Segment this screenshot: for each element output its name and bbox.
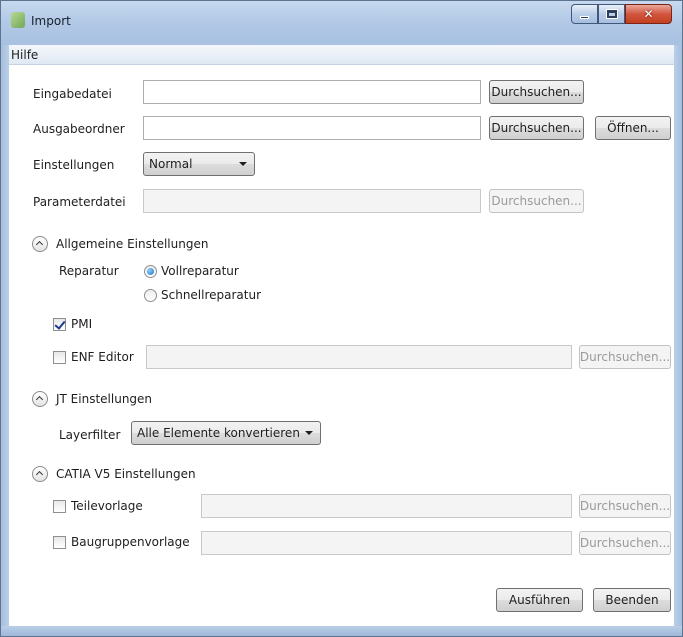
chevron-down-icon: [239, 162, 247, 166]
input-file-label: Eingabedatei: [33, 87, 112, 101]
collapse-jt-icon[interactable]: [32, 391, 48, 407]
import-window: Import ✕ Hilfe Eingabedatei Durchsuchen.…: [0, 0, 683, 637]
settings-label: Einstellungen: [33, 158, 115, 172]
pmi-label[interactable]: PMI: [71, 317, 92, 331]
minimize-button[interactable]: [571, 4, 598, 24]
pmi-checkbox[interactable]: [53, 318, 66, 331]
settings-dropdown[interactable]: Normal: [143, 152, 255, 176]
full-repair-radio[interactable]: [144, 265, 157, 278]
output-browse-button[interactable]: Durchsuchen...: [489, 116, 584, 140]
quit-button[interactable]: Beenden: [593, 588, 671, 612]
quick-repair-label[interactable]: Schnellreparatur: [161, 288, 261, 302]
enf-editor-checkbox[interactable]: [53, 351, 66, 364]
assembly-template-label[interactable]: Baugruppenvorlage: [71, 535, 190, 549]
settings-dropdown-value: Normal: [149, 157, 193, 171]
maximize-button[interactable]: [598, 4, 625, 24]
input-browse-button[interactable]: Durchsuchen...: [489, 80, 584, 104]
close-button[interactable]: ✕: [625, 4, 672, 24]
assembly-template-checkbox[interactable]: [53, 536, 66, 549]
title-bar[interactable]: Import ✕: [1, 1, 682, 45]
run-button[interactable]: Ausführen: [496, 588, 583, 612]
app-icon: [11, 12, 25, 28]
enf-browse-button[interactable]: Durchsuchen...: [579, 345, 671, 369]
menu-item-hilfe[interactable]: Hilfe: [11, 48, 38, 62]
layer-filter-value: Alle Elemente konvertieren: [137, 426, 300, 440]
param-file-label: Parameterdatei: [33, 195, 126, 209]
catia-settings-header: CATIA V5 Einstellungen: [56, 467, 196, 481]
collapse-catia-icon[interactable]: [32, 466, 48, 482]
part-template-field[interactable]: [201, 494, 572, 518]
jt-settings-header: JT Einstellungen: [56, 392, 153, 406]
window-frame-left: [1, 45, 9, 636]
general-settings-header: Allgemeine Einstellungen: [56, 237, 209, 251]
part-template-checkbox[interactable]: [53, 500, 66, 513]
close-icon: ✕: [643, 7, 654, 21]
param-file-field[interactable]: [143, 189, 481, 213]
open-button[interactable]: Öffnen...: [595, 116, 671, 140]
layer-filter-label: Layerfilter: [59, 428, 121, 442]
part-browse-button[interactable]: Durchsuchen...: [579, 494, 671, 518]
collapse-general-icon[interactable]: [32, 236, 48, 252]
param-browse-button[interactable]: Durchsuchen...: [489, 189, 584, 213]
output-folder-label: Ausgabeordner: [33, 122, 125, 136]
full-repair-label[interactable]: Vollreparatur: [161, 264, 239, 278]
window-title: Import: [31, 14, 71, 28]
window-frame-bottom: [1, 626, 682, 636]
assembly-template-field[interactable]: [201, 531, 572, 555]
window-frame-right: [674, 45, 682, 636]
enf-editor-field[interactable]: [146, 345, 572, 369]
chevron-down-icon: [305, 431, 313, 435]
quick-repair-radio[interactable]: [144, 289, 157, 302]
output-folder-field[interactable]: [143, 116, 481, 140]
enf-editor-label[interactable]: ENF Editor: [71, 350, 134, 364]
input-file-field[interactable]: [143, 80, 481, 104]
assembly-browse-button[interactable]: Durchsuchen...: [579, 531, 671, 555]
maximize-icon: [605, 9, 618, 19]
menu-bar: Hilfe: [9, 45, 674, 65]
part-template-label[interactable]: Teilevorlage: [71, 499, 143, 513]
minimize-icon: [580, 16, 589, 19]
layer-filter-dropdown[interactable]: Alle Elemente konvertieren: [131, 421, 321, 445]
repair-label: Reparatur: [59, 264, 119, 278]
